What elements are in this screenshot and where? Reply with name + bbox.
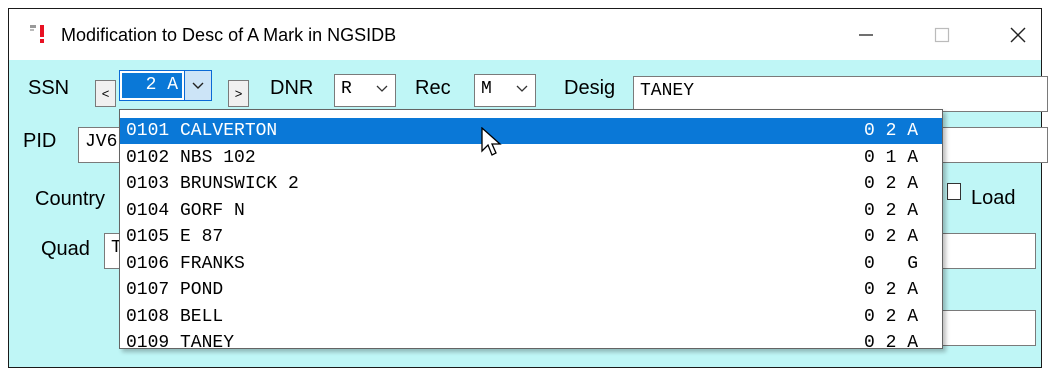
list-item-code: 0 2 A (864, 280, 919, 300)
rec-value: M (481, 79, 492, 99)
list-item-name: 0104 GORF N (126, 201, 245, 221)
ssn-dropdown-list[interactable]: 0101 CALVERTON 0 2 A 0102 NBS 102 0 1 A … (119, 109, 943, 353)
chevron-down-icon (192, 82, 204, 89)
dnr-label: DNR (270, 77, 314, 99)
app-icon (30, 25, 44, 43)
list-item-name: 0103 BRUNSWICK 2 (126, 174, 299, 194)
rec-label: Rec (415, 77, 451, 99)
ssn-next-button[interactable]: > (228, 80, 249, 107)
dnr-value: R (341, 79, 352, 99)
list-item-name: 0106 FRANKS (126, 254, 245, 274)
list-item-name: 0109 TANEY (126, 333, 235, 353)
maximize-icon (934, 27, 950, 42)
list-item[interactable]: 0108 BELL 0 2 A (120, 304, 942, 330)
desig-label: Desig (564, 77, 616, 99)
list-item[interactable]: 0104 GORF N 0 2 A (120, 198, 942, 224)
chevron-down-icon (516, 85, 528, 92)
quad-right-input[interactable] (940, 233, 1036, 269)
minimize-button[interactable] (831, 9, 901, 60)
ssn-dropdown-button[interactable] (184, 71, 211, 100)
load-label: Load (971, 187, 1016, 209)
title-bar: Modification to Desc of A Mark in NGSIDB (9, 9, 1041, 60)
list-item-name: 0101 CALVERTON (126, 121, 278, 141)
minimize-icon (859, 33, 873, 36)
ssn-value: 2 A (122, 73, 182, 98)
dnr-select[interactable]: R (334, 74, 396, 107)
close-button[interactable] (983, 9, 1041, 60)
ssn-prev-button[interactable]: < (95, 80, 116, 107)
list-item[interactable]: 0109 TANEY 0 2 A (120, 330, 942, 356)
list-item[interactable]: 0105 E 87 0 2 A (120, 224, 942, 250)
list-item[interactable]: 0106 FRANKS 0 G (120, 251, 942, 277)
list-item-name: 0105 E 87 (126, 227, 224, 247)
list-item[interactable]: 0103 BRUNSWICK 2 0 2 A (120, 171, 942, 197)
list-item-code: 0 2 A (864, 201, 919, 221)
quad-label: Quad (41, 238, 90, 260)
window-title: Modification to Desc of A Mark in NGSIDB (61, 25, 397, 45)
pid-label: PID (23, 130, 57, 152)
list-item-code: 0 1 A (864, 148, 919, 168)
list-item-code: 0 2 A (864, 121, 919, 141)
ssn-combobox[interactable]: 2 A (119, 70, 212, 101)
list-item-code: 0 2 A (864, 174, 919, 194)
list-item[interactable]: 0107 POND 0 2 A (120, 277, 942, 303)
list-item-code: 0 G (864, 254, 919, 274)
rec-select[interactable]: M (474, 74, 536, 107)
list-item[interactable]: 0102 NBS 102 0 1 A (120, 145, 942, 171)
close-icon (1010, 27, 1026, 42)
chevron-down-icon (376, 85, 388, 92)
desig-input[interactable]: TANEY (633, 76, 1048, 112)
list-item-name: 0108 BELL (126, 307, 224, 327)
country-label: Country (35, 188, 106, 210)
maximize-button[interactable] (907, 9, 977, 60)
list-item-code: 0 2 A (864, 333, 919, 353)
ssn-label: SSN (28, 77, 70, 99)
list-item-name: 0102 NBS 102 (126, 148, 256, 168)
pid-right-input[interactable] (940, 127, 1048, 163)
list-item-code: 0 2 A (864, 307, 919, 327)
list-item[interactable]: 0101 CALVERTON 0 2 A (120, 118, 942, 144)
list-item-code: 0 2 A (864, 227, 919, 247)
list-item-name: 0107 POND (126, 280, 224, 300)
bottom-right-input[interactable] (940, 310, 1036, 346)
load-checkbox[interactable] (947, 183, 961, 200)
